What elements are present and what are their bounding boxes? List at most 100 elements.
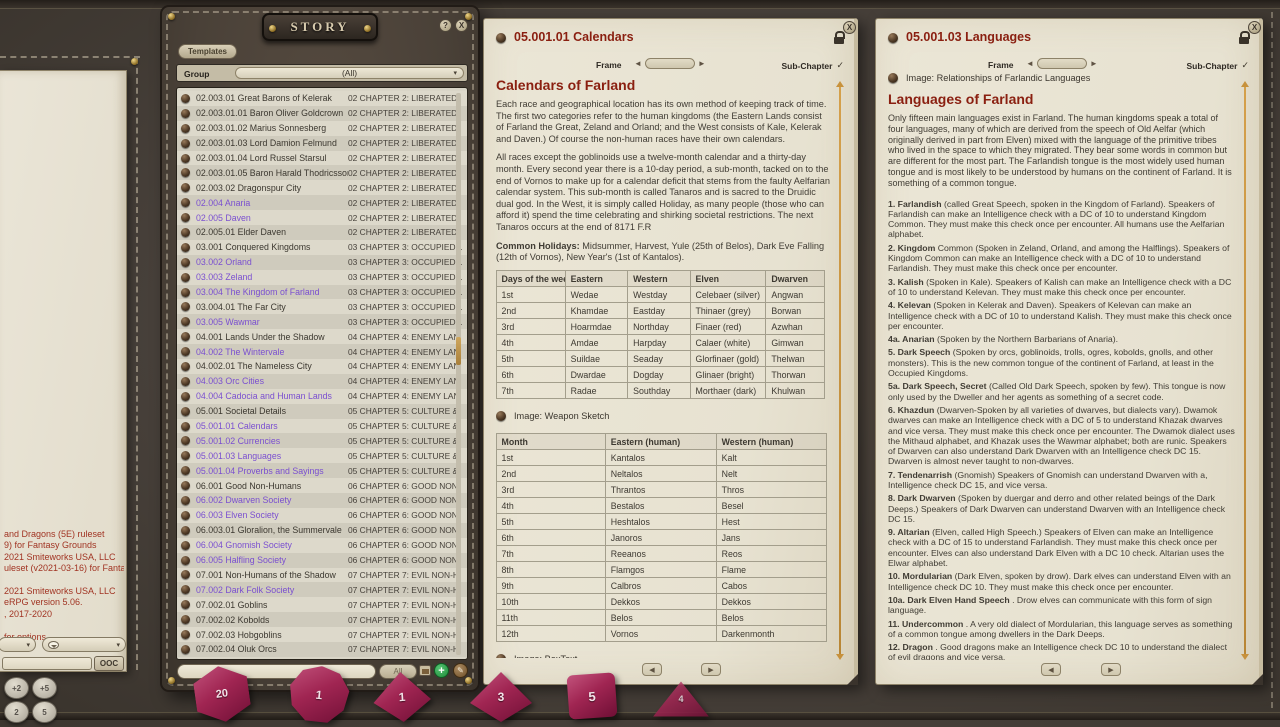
story-link-icon[interactable] [181, 347, 190, 356]
story-link-icon[interactable] [181, 273, 190, 282]
story-link-icon[interactable] [181, 466, 190, 475]
story-link-icon[interactable] [181, 124, 190, 133]
story-list-item[interactable]: 06.004 Gnomish Society06 CHAPTER 6: GOOD… [177, 538, 467, 553]
lock-icon[interactable] [1239, 31, 1249, 44]
story-list-item[interactable]: 07.002.02 Kobolds07 CHAPTER 7: EVIL NON-… [177, 612, 467, 627]
story-link-icon[interactable] [181, 228, 190, 237]
image-link-boxtext[interactable]: Image: BoxText [496, 654, 830, 658]
story-link-icon[interactable] [181, 436, 190, 445]
story-list-item[interactable]: 03.004.01 The Far City03 CHAPTER 3: OCCU… [177, 299, 467, 314]
story-list-item[interactable]: 04.001 Lands Under the Shadow04 CHAPTER … [177, 329, 467, 344]
story-list-item[interactable]: 06.002 Dwarven Society06 CHAPTER 6: GOOD… [177, 493, 467, 508]
link-orb-icon[interactable] [888, 73, 898, 83]
story-list-item[interactable]: 04.002.01 The Nameless City04 CHAPTER 4:… [177, 359, 467, 374]
story-list-item[interactable]: 06.003.01 Gloralion, the Summervale06 CH… [177, 523, 467, 538]
story-list-item[interactable]: 05.001.03 Languages05 CHAPTER 5: CULTURE… [177, 448, 467, 463]
story-item-title[interactable]: 02.003.02 Dragonspur City [196, 183, 348, 193]
story-item-title[interactable]: 04.001 Lands Under the Shadow [196, 332, 348, 342]
story-link-icon[interactable] [181, 481, 190, 490]
story-list-item[interactable]: 02.003.01.05 Baron Harald Thodricsson02 … [177, 165, 467, 180]
prev-page-button[interactable]: ◀ [642, 663, 662, 676]
story-item-title[interactable]: 02.003.01.01 Baron Oliver Goldcrown [196, 108, 348, 118]
story-list-item[interactable]: 02.005 Daven02 CHAPTER 2: LIBERATED [177, 210, 467, 225]
story-list-item[interactable]: 07.002.03 Hobgoblins07 CHAPTER 7: EVIL N… [177, 627, 467, 642]
story-link-icon[interactable] [181, 317, 190, 326]
story-list-item[interactable]: 07.001 Non-Humans of the Shadow07 CHAPTE… [177, 568, 467, 583]
chat-input[interactable] [2, 657, 92, 670]
story-item-title[interactable]: 05.001.03 Languages [196, 451, 348, 461]
story-link-icon[interactable] [181, 154, 190, 163]
story-link-icon[interactable] [181, 243, 190, 252]
story-item-title[interactable]: 02.003.01.03 Lord Damion Felmund [196, 138, 348, 148]
close-icon[interactable]: X [455, 19, 468, 32]
prev-page-button[interactable]: ◀ [1041, 663, 1061, 676]
story-list-item[interactable]: 02.003.01.01 Baron Oliver Goldcrown02 CH… [177, 106, 467, 121]
story-link-icon[interactable] [181, 213, 190, 222]
story-list-item[interactable]: 03.002 Orland03 CHAPTER 3: OCCUPIED L [177, 255, 467, 270]
slider-left-icon[interactable]: ◄ [1026, 59, 1034, 68]
story-item-title[interactable]: 03.005 Wawmar [196, 317, 348, 327]
story-list-item[interactable]: 04.003 Orc Cities04 CHAPTER 4: ENEMY LAN [177, 374, 467, 389]
story-item-title[interactable]: 05.001.01 Calendars [196, 421, 348, 431]
story-list-item[interactable]: 05.001 Societal Details05 CHAPTER 5: CUL… [177, 404, 467, 419]
ooc-button[interactable]: OOC [94, 656, 124, 671]
story-link-icon[interactable] [181, 496, 190, 505]
story-item-title[interactable]: 02.005.01 Elder Daven [196, 227, 348, 237]
story-list-item[interactable]: 03.004 The Kingdom of Farland03 CHAPTER … [177, 285, 467, 300]
d10-die[interactable]: 1 [372, 672, 432, 722]
story-item-title[interactable]: 06.003.01 Gloralion, the Summervale [196, 525, 348, 535]
slider-left-icon[interactable]: ◄ [634, 59, 642, 68]
story-list-item[interactable]: 06.005 Halfling Society06 CHAPTER 6: GOO… [177, 553, 467, 568]
story-item-title[interactable]: 07.002.02 Kobolds [196, 615, 348, 625]
story-item-title[interactable]: 02.004 Anaria [196, 198, 348, 208]
story-item-title[interactable]: 02.003.01.04 Lord Russel Starsul [196, 153, 348, 163]
story-item-title[interactable]: 06.002 Dwarven Society [196, 495, 348, 505]
story-link-icon[interactable] [181, 168, 190, 177]
story-list-item[interactable]: 02.003.01.02 Marius Sonnesberg02 CHAPTER… [177, 121, 467, 136]
story-link-icon[interactable] [181, 332, 190, 341]
story-link-icon[interactable] [181, 94, 190, 103]
story-item-title[interactable]: 05.001 Societal Details [196, 406, 348, 416]
story-item-title[interactable]: 07.002.03 Hobgoblins [196, 630, 348, 640]
frame-slider[interactable]: ◄ ► [1026, 58, 1098, 69]
slider-track[interactable] [1037, 58, 1087, 69]
story-link-icon[interactable] [181, 288, 190, 297]
next-page-button[interactable]: ▶ [701, 663, 721, 676]
templates-button[interactable]: Templates [178, 44, 237, 59]
story-item-title[interactable]: 07.002.01 Goblins [196, 600, 348, 610]
story-link-icon[interactable] [181, 258, 190, 267]
modifier-coin[interactable]: +5 [32, 677, 57, 699]
story-link-icon[interactable] [181, 585, 190, 594]
story-item-title[interactable]: 04.002 The Wintervale [196, 347, 348, 357]
story-item-title[interactable]: 02.003.01 Great Barons of Kelerak [196, 93, 348, 103]
story-link-icon[interactable] [181, 198, 190, 207]
story-item-title[interactable]: 03.004 The Kingdom of Farland [196, 287, 348, 297]
story-title-plate[interactable]: STORY [262, 13, 378, 41]
story-item-title[interactable]: 07.002 Dark Folk Society [196, 585, 348, 595]
story-link-icon[interactable] [181, 600, 190, 609]
story-link-icon[interactable] [181, 109, 190, 118]
story-link-icon[interactable] [181, 645, 190, 654]
d12-die[interactable]: 1 [288, 666, 350, 724]
story-item-title[interactable]: 04.004 Cadocia and Human Lands [196, 391, 348, 401]
story-list-item[interactable]: 02.003.01.03 Lord Damion Felmund02 CHAPT… [177, 136, 467, 151]
link-orb-icon[interactable] [496, 411, 506, 421]
d20-die[interactable]: 20 [192, 666, 252, 722]
story-item-title[interactable]: 04.002.01 The Nameless City [196, 361, 348, 371]
story-list-item[interactable]: 02.003.01 Great Barons of Kelerak02 CHAP… [177, 91, 467, 106]
image-link-relationships[interactable]: Image: Relationships of Farlandic Langua… [888, 73, 1235, 83]
story-link-icon[interactable] [181, 183, 190, 192]
story-list-item[interactable]: 02.003.02 Dragonspur City02 CHAPTER 2: L… [177, 180, 467, 195]
subchapter-checkbox[interactable]: ✓ [836, 60, 844, 71]
story-list-item[interactable]: 04.002 The Wintervale04 CHAPTER 4: ENEMY… [177, 344, 467, 359]
d4-die[interactable]: 4 [652, 680, 710, 718]
story-link-icon[interactable] [181, 526, 190, 535]
story-item-title[interactable]: 06.005 Halfling Society [196, 555, 348, 565]
story-item-title[interactable]: 03.003 Zeland [196, 272, 348, 282]
slider-right-icon[interactable]: ► [1090, 59, 1098, 68]
story-list-scroll-thumb[interactable] [456, 337, 461, 365]
chat-emote-dropdown[interactable]: ▾ [42, 637, 126, 652]
story-list-item[interactable]: 07.002.01 Goblins07 CHAPTER 7: EVIL NON-… [177, 597, 467, 612]
story-entry-icon[interactable] [496, 33, 506, 43]
close-icon[interactable]: X [843, 21, 856, 34]
